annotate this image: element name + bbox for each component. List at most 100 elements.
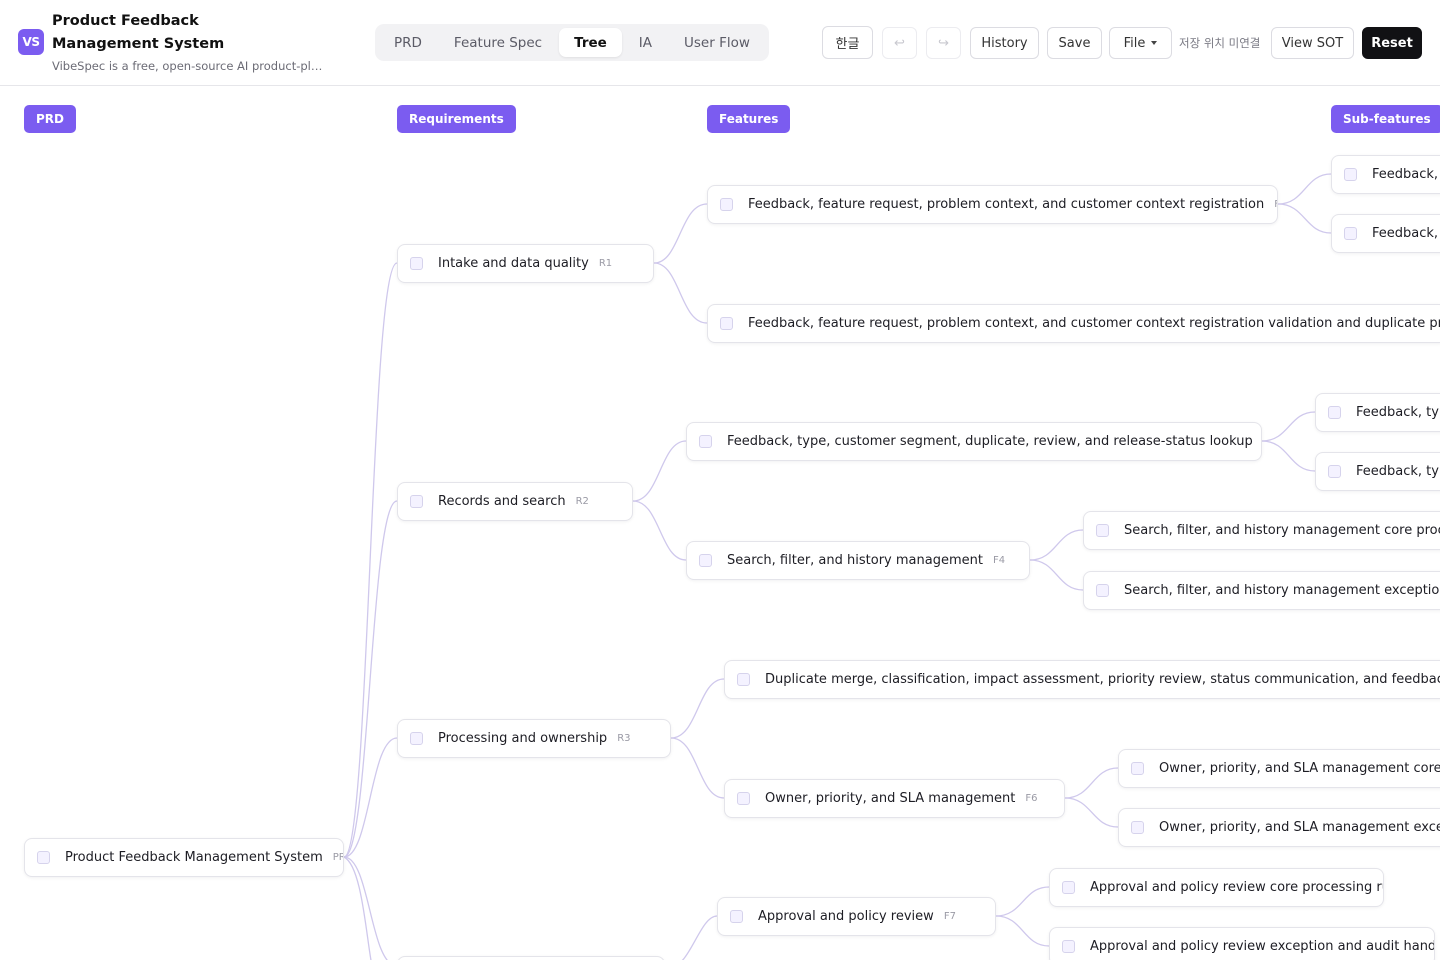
file-menu-label: File: [1123, 35, 1146, 51]
node-checkbox[interactable]: [1062, 881, 1075, 894]
tab-ia[interactable]: IA: [624, 28, 667, 57]
node-label: Processing and ownership: [438, 731, 608, 746]
node-label: Feedback, feature request, problem conte…: [748, 316, 1440, 331]
node-checkbox[interactable]: [1328, 406, 1341, 419]
node-label: Owner, priority, and SLA management core…: [1159, 761, 1440, 776]
tree-node-subfeature[interactable]: Approval and policy review core processi…: [1049, 868, 1384, 907]
node-label: Feedback, feature request, problem conte…: [748, 197, 1265, 212]
tree-node-subfeature[interactable]: Search, filter, and history management e…: [1083, 571, 1440, 610]
tree-node-requirement[interactable]: Records and search R2: [397, 482, 633, 521]
file-menu-button[interactable]: File: [1109, 27, 1172, 59]
tree-node-subfeature[interactable]: Feedback, fea: [1331, 155, 1440, 194]
tree-node-subfeature[interactable]: Search, filter, and history management c…: [1083, 511, 1440, 550]
tree-node-requirement[interactable]: [397, 956, 665, 960]
tree-node-feature[interactable]: Feedback, feature request, problem conte…: [707, 185, 1278, 224]
node-checkbox[interactable]: [1344, 168, 1357, 181]
tree-node-feature[interactable]: Feedback, feature request, problem conte…: [707, 304, 1440, 343]
node-label: Feedback, type,: [1356, 464, 1440, 479]
tab-user-flow[interactable]: User Flow: [669, 28, 765, 57]
node-checkbox[interactable]: [1096, 584, 1109, 597]
tree-node-requirement[interactable]: Processing and ownership R3: [397, 719, 671, 758]
tree-canvas[interactable]: PRD Requirements Features Sub-features P…: [0, 86, 1440, 960]
column-header-requirements: Requirements: [397, 105, 516, 133]
node-label: Feedback, type,: [1356, 405, 1440, 420]
node-checkbox[interactable]: [410, 257, 423, 270]
tree-node-feature[interactable]: Approval and policy review F7: [717, 897, 996, 936]
node-id: R1: [598, 258, 613, 269]
node-label: Approval and policy review core processi…: [1090, 880, 1384, 895]
node-label: Feedback, fea: [1372, 167, 1440, 182]
redo-icon: ↪: [938, 35, 949, 51]
tab-prd[interactable]: PRD: [379, 28, 437, 57]
chevron-down-icon: [1151, 41, 1158, 45]
node-label: Intake and data quality: [438, 256, 589, 271]
node-id: F7: [943, 911, 956, 922]
app-subtitle: VibeSpec is a free, open-source AI produ…: [52, 59, 327, 73]
save-button[interactable]: Save: [1047, 27, 1102, 59]
tab-tree[interactable]: Tree: [559, 28, 622, 57]
history-button[interactable]: History: [970, 27, 1039, 59]
node-id: R2: [575, 496, 589, 507]
node-checkbox[interactable]: [720, 198, 733, 211]
tree-node-feature[interactable]: Search, filter, and history management F…: [686, 541, 1030, 580]
tree-node-feature[interactable]: Duplicate merge, classification, impact …: [724, 660, 1440, 699]
tree-node-subfeature[interactable]: Feedback, fea: [1331, 214, 1440, 253]
reset-button[interactable]: Reset: [1362, 27, 1422, 59]
node-checkbox[interactable]: [1131, 762, 1144, 775]
storage-status: 저장 위치 미연결: [1179, 36, 1261, 50]
column-header-subfeatures: Sub-features: [1331, 105, 1440, 133]
node-checkbox[interactable]: [410, 495, 423, 508]
node-id: R3: [617, 733, 631, 744]
node-id: PRD: [332, 852, 343, 863]
node-label: Search, filter, and history management c…: [1124, 523, 1440, 538]
node-label: Records and search: [438, 494, 566, 509]
tree-node-subfeature[interactable]: Approval and policy review exception and…: [1049, 927, 1435, 960]
app-header: VS Product Feedback Management System Vi…: [0, 0, 1440, 86]
node-id: F1: [1274, 199, 1277, 210]
undo-button[interactable]: ↩: [882, 27, 917, 59]
node-checkbox[interactable]: [699, 435, 712, 448]
view-sot-button[interactable]: View SOT: [1271, 27, 1354, 59]
app-logo: VS: [18, 29, 44, 55]
node-checkbox[interactable]: [1344, 227, 1357, 240]
tree-node-requirement[interactable]: Intake and data quality R1: [397, 244, 654, 283]
node-checkbox[interactable]: [1096, 524, 1109, 537]
node-checkbox[interactable]: [1131, 821, 1144, 834]
tree-node-subfeature[interactable]: Owner, priority, and SLA management core…: [1118, 749, 1440, 788]
column-header-prd: PRD: [24, 105, 76, 133]
node-checkbox[interactable]: [737, 792, 750, 805]
node-checkbox[interactable]: [37, 851, 50, 864]
column-header-features: Features: [707, 105, 791, 133]
node-checkbox[interactable]: [1328, 465, 1341, 478]
tree-node-root[interactable]: Product Feedback Management System PRD: [24, 838, 344, 877]
node-checkbox[interactable]: [730, 910, 743, 923]
node-label: Approval and policy review exception and…: [1090, 939, 1435, 954]
node-label: Search, filter, and history management: [727, 553, 983, 568]
node-label: Owner, priority, and SLA management exce…: [1159, 820, 1440, 835]
node-checkbox[interactable]: [737, 673, 750, 686]
app-title: Product Feedback Management System: [52, 13, 225, 52]
node-label: Product Feedback Management System: [65, 850, 323, 865]
node-label: Approval and policy review: [758, 909, 934, 924]
node-label: Search, filter, and history management e…: [1124, 583, 1440, 598]
view-tabs: PRD Feature Spec Tree IA User Flow: [375, 24, 769, 61]
tree-node-feature[interactable]: Feedback, type, customer segment, duplic…: [686, 422, 1262, 461]
language-toggle-button[interactable]: 한글: [822, 26, 873, 59]
node-id: F6: [1025, 793, 1038, 804]
tree-node-feature[interactable]: Owner, priority, and SLA management F6: [724, 779, 1065, 818]
tree-node-subfeature[interactable]: Owner, priority, and SLA management exce…: [1118, 808, 1440, 847]
tab-feature-spec[interactable]: Feature Spec: [439, 28, 557, 57]
tree-node-subfeature[interactable]: Feedback, type,: [1315, 393, 1440, 432]
undo-icon: ↩: [894, 35, 905, 51]
node-checkbox[interactable]: [699, 554, 712, 567]
node-checkbox[interactable]: [720, 317, 733, 330]
node-label: Feedback, type, customer segment, duplic…: [727, 434, 1253, 449]
node-label: Feedback, fea: [1372, 226, 1440, 241]
node-id: F4: [992, 555, 1006, 566]
node-label: Owner, priority, and SLA management: [765, 791, 1016, 806]
tree-node-subfeature[interactable]: Feedback, type,: [1315, 452, 1440, 491]
node-label: Duplicate merge, classification, impact …: [765, 672, 1440, 687]
node-checkbox[interactable]: [1062, 940, 1075, 953]
redo-button[interactable]: ↪: [926, 27, 961, 59]
node-checkbox[interactable]: [410, 732, 423, 745]
